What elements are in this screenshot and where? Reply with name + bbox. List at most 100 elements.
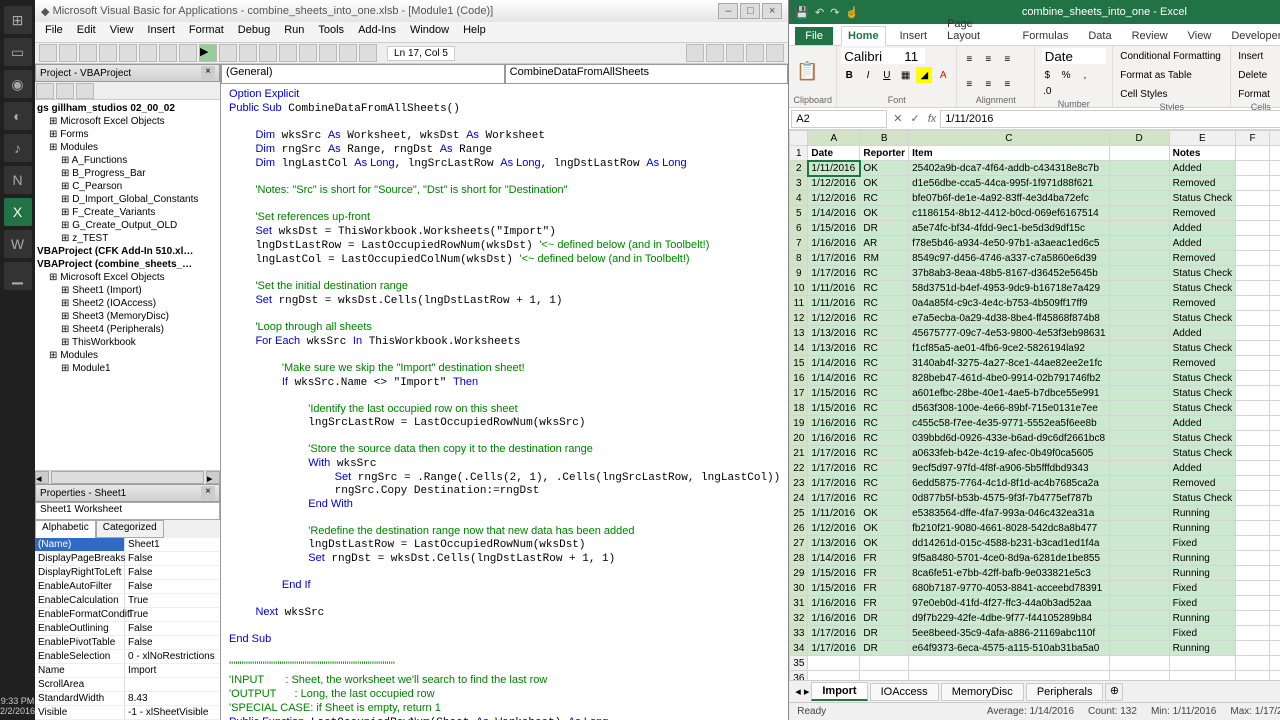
- tb-save[interactable]: [59, 44, 77, 62]
- tree-node[interactable]: ⊞ Forms: [37, 128, 218, 141]
- tree-node[interactable]: ⊞ C_Pearson: [37, 180, 218, 193]
- fx-icon[interactable]: fx: [924, 113, 941, 125]
- prop-row[interactable]: DisplayPageBreaksFalse: [35, 552, 220, 566]
- tb-toolbox[interactable]: [339, 44, 357, 62]
- tab-formulas[interactable]: Formulas: [1016, 27, 1074, 45]
- prop-row[interactable]: EnableFormatConditiTrue: [35, 608, 220, 622]
- minimize-button[interactable]: –: [718, 3, 738, 19]
- task-cmd[interactable]: ▁: [4, 262, 32, 290]
- prop-row[interactable]: EnablePivotTableFalse: [35, 636, 220, 650]
- sheet-nav[interactable]: ◂ ▸: [795, 685, 809, 698]
- tree-node[interactable]: ⊞ Sheet2 (IOAccess): [37, 297, 218, 310]
- procedure-dropdown[interactable]: CombineDataFromAllSheets: [505, 64, 789, 84]
- tb-next-bm[interactable]: [746, 44, 764, 62]
- tree-node[interactable]: ⊞ Sheet1 (Import): [37, 284, 218, 297]
- menu-edit[interactable]: Edit: [71, 22, 102, 42]
- tb-outdent[interactable]: [686, 44, 704, 62]
- tb-props[interactable]: [299, 44, 317, 62]
- tab-home[interactable]: Home: [841, 26, 886, 46]
- task-word[interactable]: W: [4, 230, 32, 258]
- percent[interactable]: %: [1058, 67, 1074, 83]
- align-center[interactable]: ≡: [980, 76, 996, 92]
- tree-node[interactable]: ⊞ Microsoft Excel Objects: [37, 271, 218, 284]
- menu-addins[interactable]: Add-Ins: [352, 22, 402, 42]
- format-cells[interactable]: Format: [1235, 86, 1273, 102]
- prop-row[interactable]: ScrollArea: [35, 678, 220, 692]
- qat-save-icon[interactable]: 💾: [795, 6, 809, 19]
- sheet-import[interactable]: Import: [811, 682, 867, 701]
- menu-window[interactable]: Window: [404, 22, 455, 42]
- qat-touch-icon[interactable]: ☝: [845, 6, 859, 19]
- tree-hscroll[interactable]: ◂▸: [35, 470, 220, 484]
- sheet-memorydisc[interactable]: MemoryDisc: [941, 683, 1024, 701]
- tb-help[interactable]: [359, 44, 377, 62]
- tree-node[interactable]: VBAProject (combine_sheets_…: [37, 258, 218, 271]
- prop-row[interactable]: EnableAutoFilterFalse: [35, 580, 220, 594]
- sheet-ioaccess[interactable]: IOAccess: [870, 683, 939, 701]
- worksheet-grid[interactable]: ABCDEFGHIJKLM1DateReporterItemNotes21/11…: [789, 130, 1280, 680]
- prop-row[interactable]: EnableOutliningFalse: [35, 622, 220, 636]
- menu-debug[interactable]: Debug: [232, 22, 276, 42]
- proj-view-obj[interactable]: [56, 83, 74, 99]
- tree-node[interactable]: ⊞ F_Create_Variants: [37, 206, 218, 219]
- cond-format[interactable]: Conditional Formatting: [1117, 48, 1224, 64]
- prop-row[interactable]: Visible-1 - xlSheetVisible: [35, 706, 220, 720]
- tree-node[interactable]: gs gillham_studios 02_00_02: [37, 102, 218, 115]
- tb-reset[interactable]: [239, 44, 257, 62]
- tab-data[interactable]: Data: [1082, 27, 1117, 45]
- tree-node[interactable]: ⊞ Microsoft Excel Objects: [37, 115, 218, 128]
- font-name[interactable]: [841, 48, 901, 64]
- tb-bookmark[interactable]: [726, 44, 744, 62]
- clock[interactable]: 9:33 PM 2/2/2016: [0, 692, 35, 720]
- task-music[interactable]: ♪: [4, 134, 32, 162]
- task-chrome[interactable]: ◐: [4, 102, 32, 130]
- sheet-peripherals[interactable]: Peripherals: [1026, 683, 1104, 701]
- tree-node[interactable]: ⊞ A_Functions: [37, 154, 218, 167]
- tb-prev-bm[interactable]: [766, 44, 784, 62]
- inc-dec[interactable]: .0: [1039, 83, 1055, 99]
- tree-node[interactable]: ⊞ Sheet4 (Peripherals): [37, 323, 218, 336]
- code-editor[interactable]: Option Explicit Public Sub CombineDataFr…: [221, 84, 788, 720]
- menu-view[interactable]: View: [104, 22, 140, 42]
- tb-redo[interactable]: [179, 44, 197, 62]
- tb-run[interactable]: ▶: [199, 44, 217, 62]
- name-box[interactable]: [791, 110, 887, 128]
- tab-review[interactable]: Review: [1126, 27, 1174, 45]
- tb-break[interactable]: [219, 44, 237, 62]
- tree-node[interactable]: ⊞ G_Create_Output_OLD: [37, 219, 218, 232]
- italic-button[interactable]: I: [860, 67, 876, 83]
- menu-help[interactable]: Help: [457, 22, 492, 42]
- tb-undo[interactable]: [159, 44, 177, 62]
- tab-categorized[interactable]: Categorized: [96, 520, 164, 538]
- tree-node[interactable]: ⊞ D_Import_Global_Constants: [37, 193, 218, 206]
- paste-button[interactable]: 📋: [793, 64, 821, 80]
- tab-insert[interactable]: Insert: [894, 27, 934, 45]
- tree-node[interactable]: ⊞ Sheet3 (MemoryDisc): [37, 310, 218, 323]
- start-button[interactable]: ⊞: [4, 6, 32, 34]
- currency[interactable]: $: [1039, 67, 1055, 83]
- tb-paste[interactable]: [119, 44, 137, 62]
- tb-cut[interactable]: [79, 44, 97, 62]
- underline-button[interactable]: U: [879, 67, 895, 83]
- font-size[interactable]: [901, 48, 925, 64]
- cell-styles[interactable]: Cell Styles: [1117, 86, 1170, 102]
- formula-input[interactable]: [940, 110, 1280, 128]
- qat-undo-icon[interactable]: ↶: [815, 6, 824, 19]
- menu-file[interactable]: File: [39, 22, 69, 42]
- tree-node[interactable]: ⊞ ThisWorkbook: [37, 336, 218, 349]
- project-tree[interactable]: gs gillham_studios 02_00_02⊞ Microsoft E…: [35, 100, 220, 470]
- task-browser[interactable]: ◉: [4, 70, 32, 98]
- menu-run[interactable]: Run: [278, 22, 310, 42]
- tree-node[interactable]: ⊞ Module1: [37, 362, 218, 375]
- insert-cells[interactable]: Insert: [1235, 48, 1266, 64]
- align-right[interactable]: ≡: [999, 76, 1015, 92]
- menu-tools[interactable]: Tools: [312, 22, 350, 42]
- tree-node[interactable]: ⊞ Modules: [37, 349, 218, 362]
- fill-button[interactable]: ◢: [916, 67, 932, 83]
- tree-node[interactable]: VBAProject (CFK Add-In 510.xl…: [37, 245, 218, 258]
- proj-view-code[interactable]: [36, 83, 54, 99]
- tab-alphabetic[interactable]: Alphabetic: [35, 520, 96, 538]
- prop-row[interactable]: EnableSelection0 - xlNoRestrictions: [35, 650, 220, 664]
- tab-pagelayout[interactable]: Page Layout: [941, 15, 1008, 45]
- prop-row[interactable]: NameImport: [35, 664, 220, 678]
